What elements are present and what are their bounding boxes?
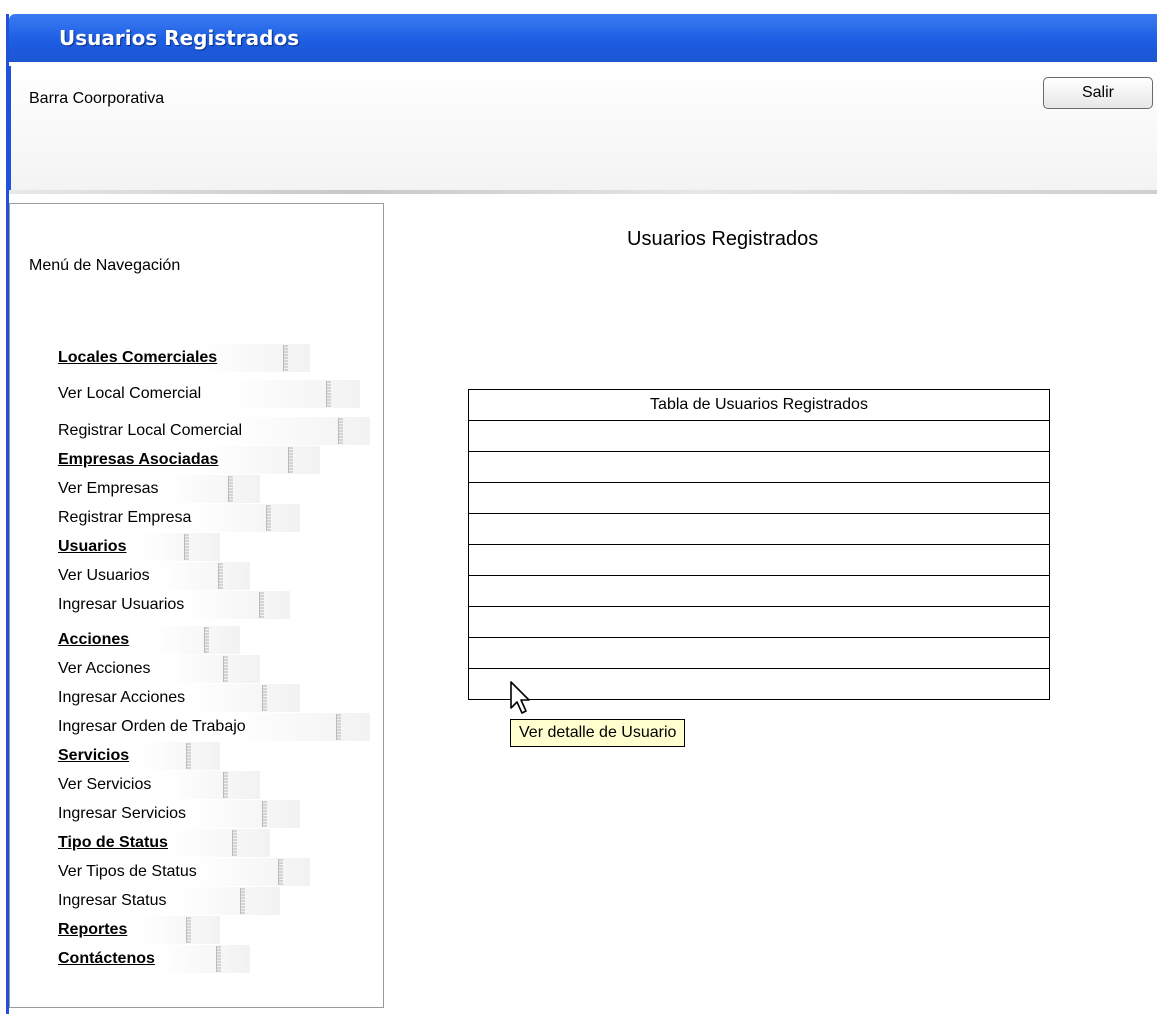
table-cell[interactable] — [468, 575, 1050, 607]
sidebar-item-label: Registrar Local Comercial — [58, 422, 243, 439]
sidebar-item-label: Acciones — [58, 631, 130, 648]
sidebar-item-label: Registrar Empresa — [58, 509, 192, 526]
sidebar-item[interactable]: Ingresar Status — [20, 887, 280, 915]
sidebar-item-label: Ver Tipos de Status — [58, 863, 197, 880]
sidebar-item[interactable]: Ver Acciones — [20, 655, 260, 683]
sidebar-item[interactable]: Ingresar Servicios — [20, 800, 300, 828]
sidebar-item-label: Ingresar Servicios — [58, 805, 187, 822]
resize-grip — [186, 743, 191, 769]
corporate-bar: Barra Coorporativa — [9, 66, 1157, 192]
table-row[interactable] — [468, 513, 1050, 545]
resize-grip — [338, 418, 343, 444]
sidebar-item-label: Ver Local Comercial — [58, 385, 202, 402]
sidebar-item-label: Reportes — [58, 921, 128, 938]
resize-grip — [184, 534, 189, 560]
table-cell[interactable] — [468, 668, 1050, 700]
resize-grip — [259, 592, 264, 618]
table-cell[interactable] — [468, 451, 1050, 483]
table-cell[interactable] — [468, 482, 1050, 514]
sidebar-item-label: Usuarios — [58, 538, 127, 555]
sidebar-item-label: Contáctenos — [58, 950, 155, 967]
sidebar-item[interactable]: Tipo de Status — [20, 829, 270, 857]
sidebar-item[interactable]: Ver Empresas — [20, 475, 260, 503]
sidebar-item[interactable]: Contáctenos — [20, 945, 250, 973]
sidebar-item-label: Ingresar Status — [58, 892, 167, 909]
table-row[interactable] — [468, 606, 1050, 638]
table-row[interactable] — [468, 668, 1050, 700]
table-row[interactable] — [468, 482, 1050, 514]
sidebar-item-label: Tipo de Status — [58, 834, 168, 851]
resize-grip — [278, 859, 283, 885]
corporate-bar-label: Barra Coorporativa — [29, 90, 165, 107]
table-cell[interactable] — [468, 544, 1050, 576]
sidebar-item[interactable]: Ingresar Orden de Trabajo — [20, 713, 370, 741]
sidebar-item[interactable]: Ingresar Usuarios — [20, 591, 290, 619]
table-header: Tabla de Usuarios Registrados — [468, 389, 1050, 421]
resize-grip — [336, 714, 341, 740]
sidebar-item-label: Ver Servicios — [58, 776, 152, 793]
resize-grip — [204, 627, 209, 653]
resize-grip — [223, 772, 228, 798]
sidebar-item-label: Locales Comerciales — [58, 349, 218, 366]
sidebar-item-label: Ver Acciones — [58, 660, 151, 677]
users-table: Tabla de Usuarios Registrados — [468, 389, 1050, 700]
sidebar-item[interactable]: Registrar Empresa — [20, 504, 300, 532]
tooltip: Ver detalle de Usuario — [510, 719, 686, 747]
resize-grip — [228, 476, 233, 502]
resize-grip — [283, 345, 288, 371]
pointer-arrow-icon — [510, 681, 530, 714]
navigation-title: Menú de Navegación — [29, 257, 181, 274]
sidebar-item-label: Ingresar Acciones — [58, 689, 186, 706]
resize-grip — [262, 685, 267, 711]
sidebar-item[interactable]: Usuarios — [20, 533, 220, 561]
resize-grip — [186, 917, 191, 943]
sidebar-item[interactable]: Registrar Local Comercial — [20, 417, 370, 445]
resize-grip — [262, 801, 267, 827]
table-row[interactable] — [468, 575, 1050, 607]
page-title: Usuarios Registrados — [627, 228, 819, 250]
table-row[interactable] — [468, 544, 1050, 576]
sidebar-item[interactable]: Ver Tipos de Status — [20, 858, 310, 886]
resize-grip — [232, 830, 237, 856]
resize-grip — [326, 381, 331, 407]
sidebar-item[interactable]: Acciones — [20, 626, 240, 654]
sidebar-item[interactable]: Ingresar Acciones — [20, 684, 300, 712]
sidebar-item[interactable]: Ver Usuarios — [20, 562, 250, 590]
header-divider — [9, 190, 1157, 194]
sidebar-item[interactable]: Reportes — [20, 916, 220, 944]
resize-grip — [223, 656, 228, 682]
sidebar-item[interactable]: Locales Comerciales — [20, 344, 310, 372]
sidebar-item[interactable]: Servicios — [20, 742, 220, 770]
table-row[interactable] — [468, 451, 1050, 483]
table-row[interactable] — [468, 420, 1050, 452]
resize-grip — [288, 447, 293, 473]
sidebar-item-label: Empresas Asociadas — [58, 451, 219, 468]
table-cell[interactable] — [468, 420, 1050, 452]
sidebar-item-label: Servicios — [58, 747, 130, 764]
resize-grip — [216, 946, 221, 972]
resize-grip — [240, 888, 245, 914]
sidebar-item-label: Ver Empresas — [58, 480, 159, 497]
sidebar-item-label: Ver Usuarios — [58, 567, 150, 584]
sidebar-item[interactable]: Ver Servicios — [20, 771, 260, 799]
sidebar-item[interactable]: Ver Local Comercial — [20, 380, 360, 408]
sidebar-item[interactable]: Empresas Asociadas — [20, 446, 320, 474]
logout-button[interactable]: Salir — [1043, 77, 1153, 109]
resize-grip — [266, 505, 271, 531]
sidebar-item-label: Ingresar Usuarios — [58, 596, 185, 613]
title-bar: Usuarios Registrados — [9, 14, 1157, 62]
sidebar-item-label: Ingresar Orden de Trabajo — [58, 718, 246, 735]
table-cell[interactable] — [468, 637, 1050, 669]
resize-grip — [218, 563, 223, 589]
table-cell[interactable] — [468, 606, 1050, 638]
table-cell[interactable] — [468, 513, 1050, 545]
window-title: Usuarios Registrados — [59, 26, 300, 50]
table-row[interactable] — [468, 637, 1050, 669]
